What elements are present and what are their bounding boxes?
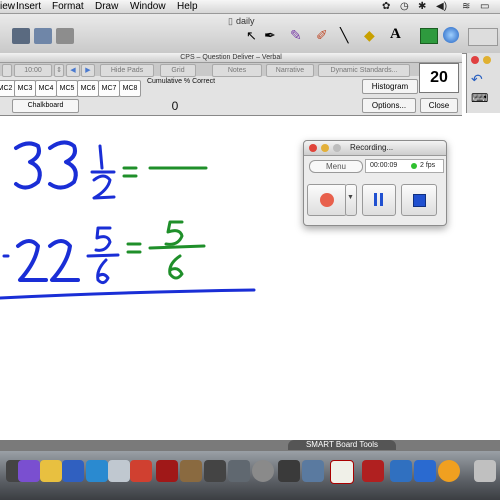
- ichat-icon[interactable]: [86, 460, 108, 482]
- ink-underline: [0, 288, 256, 300]
- spaces-icon[interactable]: [228, 460, 250, 482]
- status-dot-icon: [411, 163, 417, 169]
- recording-window: Recording... Menu 00:00:09 2 fps ▼: [303, 140, 447, 226]
- smart-board-tools-tab[interactable]: SMART Board Tools: [288, 440, 396, 450]
- ink-digit-3b: [48, 140, 78, 190]
- stop-icon: [413, 194, 426, 207]
- ie-icon[interactable]: [438, 460, 460, 482]
- system-prefs-icon[interactable]: [302, 460, 324, 482]
- ink-ans-num-5: [164, 220, 184, 246]
- recording-menu-button[interactable]: Menu: [309, 160, 363, 173]
- stickies-icon[interactable]: [40, 460, 62, 482]
- ink-bar-2: [86, 253, 120, 258]
- pause-icon: [374, 193, 377, 206]
- recording-time: 00:00:09: [370, 162, 398, 169]
- dock-tool-icon[interactable]: [414, 460, 436, 482]
- recording-status: 00:00:09 2 fps: [365, 159, 444, 173]
- stop-button[interactable]: [401, 184, 437, 216]
- recording-title: Recording...: [350, 143, 394, 152]
- ink-num-1: [98, 144, 104, 170]
- screencast-icon[interactable]: [362, 460, 384, 482]
- chevron-down-icon: ▼: [347, 194, 354, 201]
- recording-title-bar: Recording...: [304, 141, 446, 156]
- dashboard-icon[interactable]: [204, 460, 226, 482]
- zoom-icon[interactable]: [333, 144, 341, 152]
- dock-app-icon[interactable]: [18, 460, 40, 482]
- close-icon[interactable]: [309, 144, 317, 152]
- timemachine-dock-icon[interactable]: [252, 460, 274, 482]
- ink-digit-2b: [48, 239, 80, 282]
- record-icon: [320, 193, 334, 207]
- record-options-dropdown[interactable]: ▼: [345, 184, 357, 216]
- word-icon[interactable]: [62, 460, 84, 482]
- iphoto-icon[interactable]: [180, 460, 202, 482]
- ink-digit-3a: [14, 141, 42, 190]
- red-app-icon[interactable]: [156, 460, 178, 482]
- terminal-icon[interactable]: [278, 460, 300, 482]
- photobooth-icon[interactable]: [130, 460, 152, 482]
- minimize-icon[interactable]: [321, 144, 329, 152]
- smart-notebook-icon[interactable]: [390, 460, 412, 482]
- recording-fps: 2 fps: [420, 162, 436, 169]
- record-button[interactable]: [307, 184, 347, 216]
- trash-icon[interactable]: [474, 460, 496, 482]
- preview-icon[interactable]: [108, 460, 130, 482]
- ink-den-2: [92, 174, 116, 200]
- ink-den-6: [96, 258, 110, 285]
- ink-digit-2a: [16, 239, 48, 282]
- ink-ans-bar: [148, 244, 206, 250]
- ink-num-5: [94, 226, 112, 252]
- ink-ans-den-6: [168, 254, 184, 280]
- textedit-icon[interactable]: [330, 460, 354, 484]
- pause-button[interactable]: [362, 184, 396, 216]
